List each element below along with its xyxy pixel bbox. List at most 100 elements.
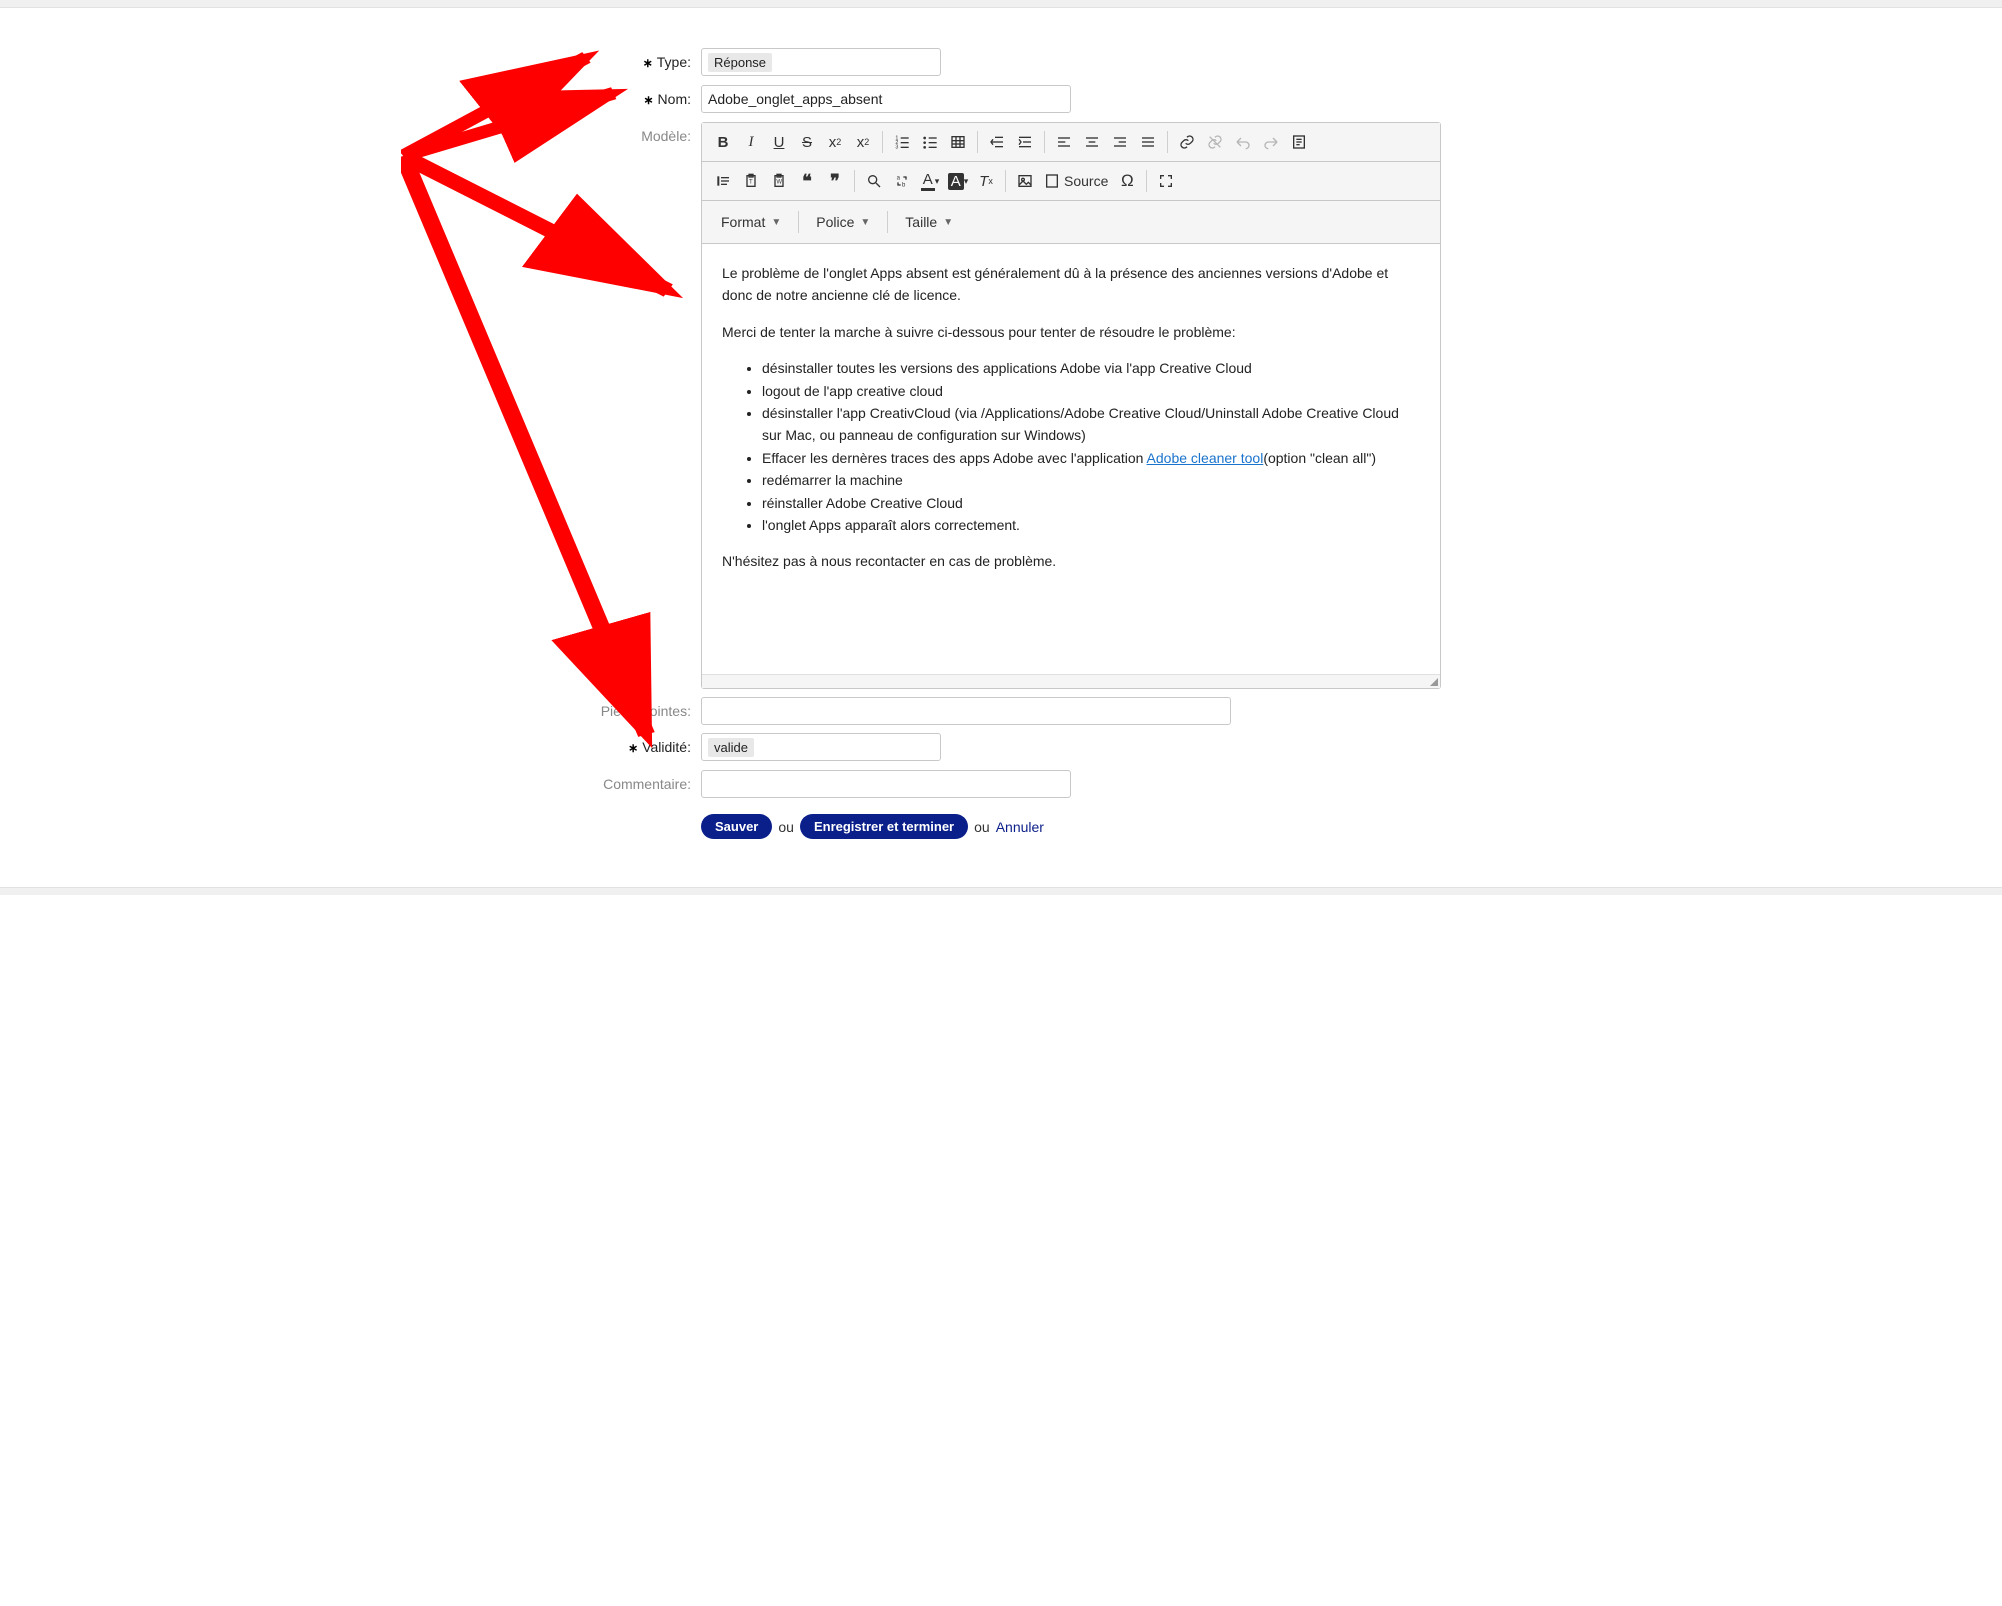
svg-text:W: W [776, 180, 782, 186]
unlink-icon[interactable] [1202, 129, 1228, 155]
paragraph: N'hésitez pas à nous recontacter en cas … [722, 550, 1420, 572]
chevron-down-icon: ▼ [771, 217, 781, 228]
chevron-down-icon: ▼ [943, 217, 953, 228]
validity-value-tag: valide [708, 738, 754, 757]
or-text: ou [778, 819, 794, 835]
superscript-icon[interactable]: x2 [850, 129, 876, 155]
text-color-icon[interactable]: A▾ [917, 168, 943, 194]
indent-icon[interactable] [1012, 129, 1038, 155]
remove-format-icon[interactable]: Tx [973, 168, 999, 194]
svg-text:a: a [897, 176, 901, 182]
editor-toolbar-2: T W ❝ ❞ ab A▾ A▾ Tx [702, 162, 1440, 201]
separator [887, 211, 888, 233]
maximize-icon[interactable] [1153, 168, 1179, 194]
attachments-label: Pièces jointes: [451, 697, 701, 725]
list-item: désinstaller toutes les versions des app… [762, 357, 1420, 379]
paste-text-icon[interactable]: T [738, 168, 764, 194]
list-item: l'onglet Apps apparaît alors correctemen… [762, 514, 1420, 536]
editor-toolbar-1: B I U S x2 x2 123 [702, 123, 1440, 162]
editor-content[interactable]: Le problème de l'onglet Apps absent est … [702, 244, 1440, 674]
ordered-list-icon[interactable]: 123 [889, 129, 915, 155]
redo-icon[interactable] [1258, 129, 1284, 155]
or-text: ou [974, 819, 990, 835]
format-dropdown[interactable]: Format ▼ [710, 207, 792, 237]
format-dd-label: Format [721, 214, 765, 230]
templates-icon[interactable] [1286, 129, 1312, 155]
align-right-icon[interactable] [1107, 129, 1133, 155]
validity-label: Validité: [451, 733, 701, 762]
action-buttons: Sauver ou Enregistrer et terminer ou Ann… [701, 814, 1551, 839]
size-dropdown[interactable]: Taille ▼ [894, 207, 964, 237]
underline-icon[interactable]: U [766, 129, 792, 155]
quote-right-icon[interactable]: ❞ [822, 168, 848, 194]
text: (option "clean all") [1263, 450, 1376, 466]
save-button[interactable]: Sauver [701, 814, 772, 839]
separator [1044, 131, 1045, 153]
source-button[interactable]: Source [1040, 168, 1112, 194]
top-bar [0, 0, 2002, 8]
separator [1005, 170, 1006, 192]
outdent-icon[interactable] [984, 129, 1010, 155]
separator [882, 131, 883, 153]
save-finish-button[interactable]: Enregistrer et terminer [800, 814, 968, 839]
size-dd-label: Taille [905, 214, 937, 230]
separator [854, 170, 855, 192]
unordered-list-icon[interactable] [917, 129, 943, 155]
cleaner-tool-link[interactable]: Adobe cleaner tool [1147, 450, 1264, 466]
paragraph: Le problème de l'onglet Apps absent est … [722, 262, 1420, 307]
list-item: Effacer les dernères traces des apps Ado… [762, 447, 1420, 469]
subscript-icon[interactable]: x2 [822, 129, 848, 155]
font-dropdown[interactable]: Police ▼ [805, 207, 881, 237]
svg-text:b: b [902, 182, 906, 188]
separator [1146, 170, 1147, 192]
comment-label: Commentaire: [451, 770, 701, 798]
text: Effacer les dernères traces des apps Ado… [762, 450, 1147, 466]
comment-input[interactable] [701, 770, 1071, 798]
validity-select[interactable]: valide [701, 733, 941, 761]
type-value-tag: Réponse [708, 53, 772, 72]
list-item: désinstaller l'app CreativCloud (via /Ap… [762, 402, 1420, 447]
template-label: Modèle: [451, 122, 701, 150]
link-icon[interactable] [1174, 129, 1200, 155]
find-icon[interactable] [861, 168, 887, 194]
image-icon[interactable] [1012, 168, 1038, 194]
chevron-down-icon: ▼ [860, 217, 870, 228]
strike-icon[interactable]: S [794, 129, 820, 155]
replace-icon[interactable]: ab [889, 168, 915, 194]
undo-icon[interactable] [1230, 129, 1256, 155]
name-input[interactable] [701, 85, 1071, 113]
cancel-link[interactable]: Annuler [996, 819, 1044, 835]
attachments-input[interactable] [701, 697, 1231, 725]
quote-left-icon[interactable]: ❝ [794, 168, 820, 194]
editor-toolbar-3: Format ▼ Police ▼ Taille ▼ [702, 201, 1440, 244]
list-item: redémarrer la machine [762, 469, 1420, 491]
bold-icon[interactable]: B [710, 129, 736, 155]
type-label: Type: [451, 48, 701, 77]
source-label: Source [1064, 173, 1108, 189]
svg-text:3: 3 [895, 145, 898, 150]
name-label: Nom: [451, 85, 701, 114]
align-left-icon[interactable] [1051, 129, 1077, 155]
align-justify-icon[interactable] [1135, 129, 1161, 155]
steps-list: désinstaller toutes les versions des app… [762, 357, 1420, 536]
resize-handle[interactable] [702, 674, 1440, 688]
separator [798, 211, 799, 233]
bottom-bar [0, 887, 2002, 895]
separator [977, 131, 978, 153]
table-icon[interactable] [945, 129, 971, 155]
align-center-icon[interactable] [1079, 129, 1105, 155]
paragraph: Merci de tenter la marche à suivre ci-de… [722, 321, 1420, 343]
list-item: réinstaller Adobe Creative Cloud [762, 492, 1420, 514]
list-item: logout de l'app creative cloud [762, 380, 1420, 402]
form-container: Type: Réponse Nom: Modèle: B I U S x2 [401, 8, 1601, 887]
bg-color-icon[interactable]: A▾ [945, 168, 971, 194]
font-dd-label: Police [816, 214, 854, 230]
type-select[interactable]: Réponse [701, 48, 941, 76]
paste-word-icon[interactable]: W [766, 168, 792, 194]
svg-text:T: T [749, 180, 753, 186]
italic-icon[interactable]: I [738, 129, 764, 155]
special-char-icon[interactable]: Ω [1114, 168, 1140, 194]
rich-text-editor: B I U S x2 x2 123 [701, 122, 1441, 689]
separator [1167, 131, 1168, 153]
blockquote-icon[interactable] [710, 168, 736, 194]
